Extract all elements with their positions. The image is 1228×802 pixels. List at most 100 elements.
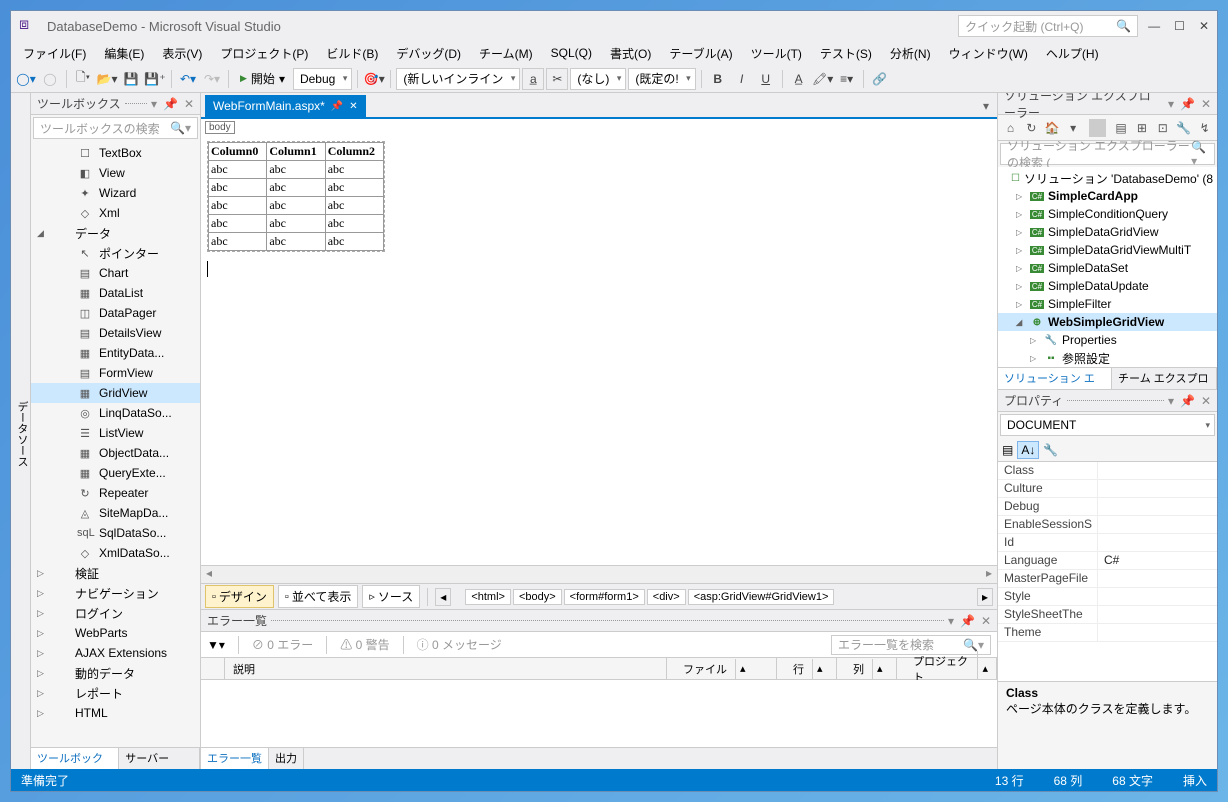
- toolbox-item[interactable]: ▦DataList: [31, 283, 200, 303]
- solution-item[interactable]: ▷🔧Properties: [998, 331, 1217, 349]
- none-combo[interactable]: (なし): [570, 68, 626, 90]
- close-button[interactable]: ✕: [1199, 19, 1209, 33]
- solution-footer-tab[interactable]: チーム エクスプロー…: [1112, 368, 1217, 389]
- toolbox-item[interactable]: ▤FormView: [31, 363, 200, 383]
- solution-item[interactable]: ◢⊕WebSimpleGridView: [998, 313, 1217, 331]
- datasource-vtab[interactable]: データソース: [11, 93, 31, 769]
- underline-button[interactable]: U: [755, 68, 777, 90]
- toolbox-item[interactable]: ◇XmlDataSo...: [31, 543, 200, 563]
- toolbox-item[interactable]: ▷レポート: [31, 683, 200, 703]
- filter-icon[interactable]: ▼▾: [207, 638, 225, 652]
- menu-item[interactable]: 書式(O): [602, 43, 659, 64]
- undo-button[interactable]: ↶▾: [177, 68, 199, 90]
- pin-tab-icon[interactable]: 📌: [331, 101, 343, 112]
- menu-item[interactable]: ファイル(F): [15, 43, 94, 64]
- tabs-dropdown-icon[interactable]: ▾: [979, 95, 993, 117]
- breadcrumb-item[interactable]: <body>: [513, 589, 562, 605]
- pin-icon[interactable]: 📌: [960, 614, 975, 628]
- solution-item[interactable]: ▷C#SimpleFilter: [998, 295, 1217, 313]
- toolbox-item[interactable]: ▷AJAX Extensions: [31, 643, 200, 663]
- gridview-control[interactable]: Column0Column1Column2abcabcabcabcabcabca…: [207, 141, 385, 252]
- breadcrumb-item[interactable]: <asp:GridView#GridView1>: [688, 589, 835, 605]
- property-row[interactable]: Theme: [998, 624, 1217, 642]
- menu-item[interactable]: SQL(Q): [543, 44, 600, 62]
- designer-surface[interactable]: body Column0Column1Column2abcabcabcabcab…: [201, 119, 997, 565]
- toolbox-item[interactable]: ▦ObjectData...: [31, 443, 200, 463]
- categorized-icon[interactable]: ▤: [1002, 443, 1013, 457]
- redo-button[interactable]: ↷▾: [201, 68, 223, 90]
- toolbox-item[interactable]: ☰ListView: [31, 423, 200, 443]
- backcolor-button[interactable]: 🖍▾: [812, 68, 834, 90]
- solution-item[interactable]: ▷C#SimpleConditionQuery: [998, 205, 1217, 223]
- property-row[interactable]: Style: [998, 588, 1217, 606]
- breadcrumb-prev-icon[interactable]: ◂: [435, 588, 451, 606]
- errors-toggle[interactable]: ⊘ 0 エラー: [252, 636, 313, 653]
- document-tab[interactable]: WebFormMain.aspx* 📌 ✕: [205, 95, 366, 117]
- menu-item[interactable]: ヘルプ(H): [1038, 43, 1107, 64]
- forward-button[interactable]: ◯: [39, 68, 61, 90]
- solution-item[interactable]: ▷C#SimpleCardApp: [998, 187, 1217, 205]
- toolbox-item[interactable]: ◢データ: [31, 223, 200, 243]
- menu-item[interactable]: ツール(T): [743, 43, 810, 64]
- toolbox-item[interactable]: ▷ナビゲーション: [31, 583, 200, 603]
- menu-item[interactable]: ウィンドウ(W): [941, 43, 1036, 64]
- solution-search-input[interactable]: ソリューション エクスプローラー の検索 (🔍▾: [1000, 143, 1215, 165]
- toolbox-item[interactable]: ▤DetailsView: [31, 323, 200, 343]
- close-panel-icon[interactable]: ✕: [184, 97, 194, 111]
- property-row[interactable]: MasterPageFile: [998, 570, 1217, 588]
- menu-item[interactable]: 表示(V): [154, 43, 210, 64]
- minimize-button[interactable]: —: [1148, 19, 1160, 33]
- menu-item[interactable]: 分析(N): [882, 43, 939, 64]
- toolbox-item[interactable]: ◬SiteMapDa...: [31, 503, 200, 523]
- alphabetical-icon[interactable]: A↓: [1017, 441, 1039, 459]
- toolbox-item[interactable]: ◇Xml: [31, 203, 200, 223]
- breadcrumb-item[interactable]: <html>: [465, 589, 511, 605]
- messages-toggle[interactable]: ⓘ 0 メッセージ: [417, 636, 502, 653]
- solution-footer-tab[interactable]: ソリューション エクス…: [998, 368, 1112, 389]
- toolbox-item[interactable]: ▤Chart: [31, 263, 200, 283]
- menu-item[interactable]: 編集(E): [96, 43, 152, 64]
- toolbox-item[interactable]: ↻Repeater: [31, 483, 200, 503]
- toolbox-item[interactable]: ▷検証: [31, 563, 200, 583]
- open-button[interactable]: 📂▾: [96, 68, 118, 90]
- pin-icon[interactable]: 📌: [163, 97, 178, 111]
- italic-button[interactable]: I: [731, 68, 753, 90]
- forecolor-button[interactable]: A̲: [788, 68, 810, 90]
- menu-item[interactable]: ビルド(B): [318, 43, 386, 64]
- output-tab[interactable]: 出力: [269, 748, 304, 769]
- close-panel-icon[interactable]: ✕: [981, 614, 991, 628]
- property-pages-icon[interactable]: 🔧: [1043, 443, 1058, 457]
- toolbox-item[interactable]: ☐TextBox: [31, 143, 200, 163]
- dropdown-icon[interactable]: ▾: [948, 614, 954, 628]
- toolbox-item[interactable]: sqLSqlDataSo...: [31, 523, 200, 543]
- menu-item[interactable]: テスト(S): [812, 43, 880, 64]
- home-icon[interactable]: ⌂: [1002, 121, 1019, 135]
- inline-combo[interactable]: (新しいインライン: [396, 68, 520, 90]
- toolbox-item[interactable]: ◧View: [31, 163, 200, 183]
- property-row[interactable]: Class: [998, 462, 1217, 480]
- menu-item[interactable]: テーブル(A): [661, 43, 740, 64]
- property-row[interactable]: Culture: [998, 480, 1217, 498]
- toolbox-item[interactable]: ✦Wizard: [31, 183, 200, 203]
- toolbox-item[interactable]: ▷ログイン: [31, 603, 200, 623]
- toolbox-item[interactable]: ↖ポインター: [31, 243, 200, 263]
- property-row[interactable]: LanguageC#: [998, 552, 1217, 570]
- solution-item[interactable]: ▷C#SimpleDataGridViewMultiT: [998, 241, 1217, 259]
- toolbox-item[interactable]: ▷HTML: [31, 703, 200, 723]
- dropdown-icon[interactable]: ▾: [151, 97, 157, 111]
- home-icon[interactable]: 🏠: [1044, 121, 1061, 135]
- toolbox-footer-tab[interactable]: サーバー エ…: [119, 748, 200, 769]
- horizontal-scrollbar[interactable]: ◂▸: [201, 565, 997, 583]
- save-button[interactable]: 💾: [120, 68, 142, 90]
- toolbox-footer-tab[interactable]: ツールボックス: [31, 748, 119, 769]
- design-view-button[interactable]: ▫ デザイン: [205, 585, 274, 608]
- solution-item[interactable]: ☐ソリューション 'DatabaseDemo' (8: [998, 169, 1217, 187]
- align-button[interactable]: ≡▾: [836, 68, 858, 90]
- output-tab[interactable]: エラー一覧: [201, 748, 269, 769]
- toolbox-item[interactable]: ▦GridView: [31, 383, 200, 403]
- split-view-button[interactable]: ▫ 並べて表示: [278, 585, 358, 608]
- property-row[interactable]: StyleSheetThe: [998, 606, 1217, 624]
- toolbox-item[interactable]: ◫DataPager: [31, 303, 200, 323]
- menu-item[interactable]: デバッグ(D): [388, 43, 469, 64]
- breadcrumb-next-icon[interactable]: ▸: [977, 588, 993, 606]
